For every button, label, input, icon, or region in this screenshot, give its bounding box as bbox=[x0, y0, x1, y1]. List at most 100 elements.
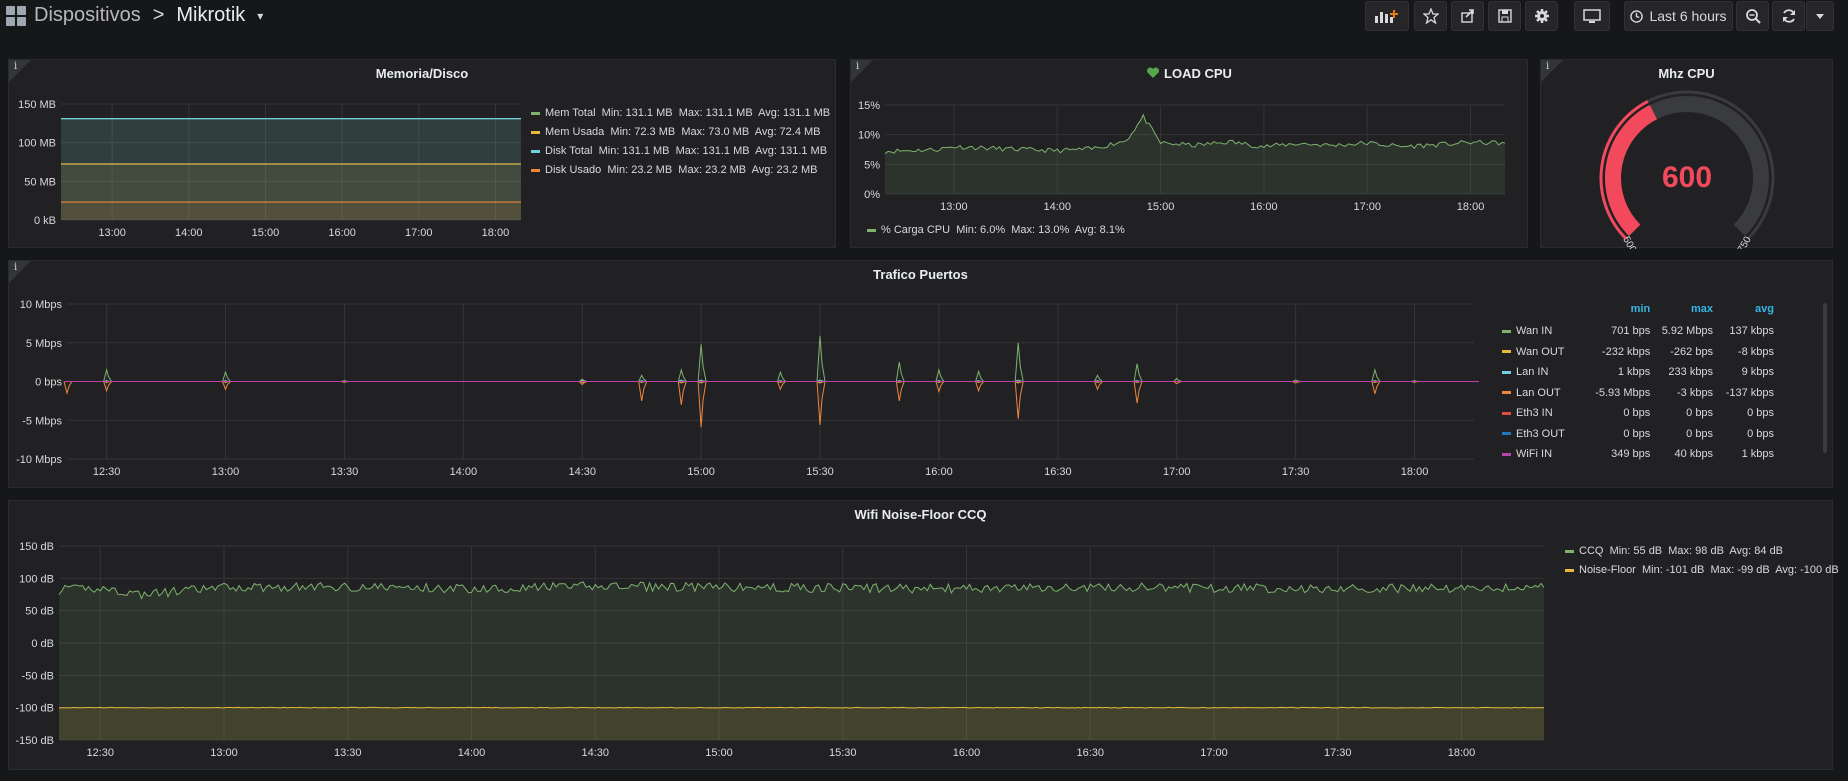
legend-series: Eth3 OUT bbox=[1496, 428, 1584, 440]
legend-row[interactable]: Wan OUT -232 kbps -262 bps -8 kbps bbox=[1496, 342, 1774, 362]
top-navbar: Dispositivos > Mikrotik ▾ Last 6 hours bbox=[0, 0, 1848, 34]
x-tick-label: 13:30 bbox=[331, 466, 359, 478]
x-tick-label: 14:30 bbox=[581, 747, 609, 759]
legend-series-stats: Min: -101 dB Max: -99 dB Avg: -100 dB bbox=[1635, 564, 1839, 576]
refresh-interval-dropdown[interactable] bbox=[1806, 1, 1834, 31]
legend-series-name: Eth3 IN bbox=[1516, 407, 1553, 419]
cpu-chart[interactable]: 15% 10% 5% 0% 13:00 14:00 15:00 16:00 17:00 18:00 bbox=[851, 60, 1529, 249]
legend-header-max[interactable]: max bbox=[1650, 303, 1713, 315]
legend-max-value: 233 kbps bbox=[1668, 366, 1714, 378]
trafico-chart[interactable]: 10 Mbps 5 Mbps 0 bps -5 Mbps -10 Mbps 12:30 13… bbox=[9, 261, 1499, 489]
dashboard-title[interactable]: Mikrotik bbox=[176, 4, 245, 27]
legend-row[interactable]: Lan OUT -5.93 Mbps -3 kbps -137 kbps bbox=[1496, 383, 1774, 403]
legend-header-row: min max avg bbox=[1496, 299, 1774, 319]
legend-series: Eth3 IN bbox=[1496, 407, 1584, 419]
y-tick-label: 100 MB bbox=[18, 138, 56, 150]
share-button[interactable] bbox=[1451, 1, 1484, 31]
breadcrumb: Dispositivos > Mikrotik ▾ bbox=[6, 4, 263, 27]
y-tick-label: 50 dB bbox=[25, 606, 54, 618]
series-swatch bbox=[531, 130, 540, 134]
y-tick-label: 10% bbox=[858, 130, 880, 142]
x-tick-label: 16:30 bbox=[1076, 747, 1104, 759]
panel-mhz-cpu: i Mhz CPU 600 500 750 bbox=[1540, 59, 1833, 249]
legend-row[interactable]: Eth3 OUT 0 bps 0 bps 0 bps bbox=[1496, 424, 1774, 444]
tv-mode-button[interactable] bbox=[1574, 1, 1610, 31]
x-tick-label: 16:00 bbox=[953, 747, 981, 759]
refresh-button[interactable] bbox=[1772, 1, 1805, 31]
legend-row[interactable]: Eth3 IN 0 bps 0 bps 0 bps bbox=[1496, 403, 1774, 423]
legend-item[interactable]: Mem Total Min: 131.1 MB Max: 131.1 MB Av… bbox=[531, 107, 830, 119]
legend-min-value: -232 kbps bbox=[1601, 345, 1651, 358]
x-tick-label: 13:00 bbox=[940, 201, 968, 213]
legend-series-name: Noise-Floor bbox=[1579, 564, 1636, 576]
legend-item[interactable]: Disk Total Min: 131.1 MB Max: 131.1 MB A… bbox=[531, 145, 827, 157]
legend-row[interactable]: Wan IN 701 bps 5.92 Mbps 137 kbps bbox=[1496, 321, 1774, 341]
time-picker-button[interactable]: Last 6 hours bbox=[1624, 1, 1733, 31]
legend-series-name: Eth3 OUT bbox=[1516, 427, 1565, 440]
legend-series-name: % Carga CPU bbox=[881, 224, 951, 236]
dashboards-icon[interactable] bbox=[6, 5, 26, 26]
noise-floor-series-area bbox=[59, 707, 1544, 740]
series-swatch bbox=[531, 149, 540, 153]
panel-load-cpu: i LOAD CPU 15% 10% 5% 0% 13:00 14:00 15:00 16:0… bbox=[850, 59, 1528, 248]
breadcrumb-folder[interactable]: Dispositivos bbox=[34, 4, 141, 27]
legend-header-min[interactable]: min bbox=[1584, 303, 1651, 315]
star-button[interactable] bbox=[1414, 1, 1447, 31]
settings-button[interactable] bbox=[1525, 1, 1558, 31]
legend-max-value: -262 bps bbox=[1670, 345, 1714, 358]
x-tick-label: 15:00 bbox=[687, 466, 715, 478]
legend-header-avg[interactable]: avg bbox=[1713, 303, 1774, 315]
legend-row[interactable]: WiFi IN 349 bps 40 kbps 1 kbps bbox=[1496, 444, 1774, 464]
wifi-chart[interactable]: 150 dB 100 dB 50 dB 0 dB -50 dB -100 dB -150 d… bbox=[9, 501, 1554, 771]
legend-max-value: 0 bps bbox=[1686, 427, 1714, 440]
legend-series-name: CCQ bbox=[1579, 545, 1604, 557]
cpu-series-area bbox=[885, 114, 1505, 194]
x-tick-label: 13:30 bbox=[334, 747, 362, 759]
y-tick-label: -50 dB bbox=[22, 670, 54, 682]
legend-item[interactable]: Mem Usada Min: 72.3 MB Max: 73.0 MB Avg:… bbox=[531, 126, 821, 138]
legend-item[interactable]: Noise-Floor Min: -101 dB Max: -99 dB Avg… bbox=[1565, 564, 1839, 576]
legend-series: Wan IN bbox=[1496, 325, 1584, 337]
x-tick-label: 17:00 bbox=[1200, 747, 1228, 759]
legend-item[interactable]: % Carga CPU Min: 6.0% Max: 13.0% Avg: 8.… bbox=[867, 224, 1125, 236]
chevron-down-icon[interactable]: ▾ bbox=[257, 9, 263, 23]
legend-series-name: Mem Total bbox=[545, 107, 596, 119]
y-tick-label: 5% bbox=[864, 159, 880, 171]
series-swatch bbox=[867, 228, 876, 232]
series-swatch bbox=[531, 168, 540, 172]
tv-mode-icon bbox=[1583, 9, 1601, 23]
panel-wifi: Wifi Noise-Floor CCQ 150 dB 100 dB 50 dB 0 … bbox=[8, 500, 1839, 771]
panel-trafico-puertos: i Trafico Puertos 10 Mbps 5 Mbps 0 bps -5 M… bbox=[8, 260, 1833, 488]
series-swatch bbox=[1502, 411, 1511, 415]
legend-series-name: Wan OUT bbox=[1516, 345, 1565, 358]
legend-min-value: 1 kbps bbox=[1617, 366, 1651, 378]
legend-series: Lan OUT bbox=[1496, 387, 1584, 399]
legend-series: Lan IN bbox=[1496, 366, 1584, 378]
x-tick-label: 14:00 bbox=[175, 227, 203, 239]
legend-series-name: Wan IN bbox=[1516, 325, 1553, 337]
time-range-label: Last 6 hours bbox=[1649, 8, 1727, 24]
x-tick-label: 16:00 bbox=[1250, 201, 1278, 213]
x-tick-label: 17:00 bbox=[1163, 466, 1191, 478]
x-tick-label: 15:00 bbox=[252, 227, 280, 239]
x-tick-label: 18:00 bbox=[1401, 466, 1429, 478]
legend-series-stats: Min: 23.2 MB Max: 23.2 MB Avg: 23.2 MB bbox=[601, 164, 818, 176]
legend-series-name: Mem Usada bbox=[545, 126, 605, 138]
x-tick-label: 18:00 bbox=[482, 227, 510, 239]
legend-row[interactable]: Lan IN 1 kbps 233 kbps 9 kbps bbox=[1496, 362, 1774, 382]
legend-scrollbar[interactable] bbox=[1823, 303, 1827, 453]
legend-item[interactable]: CCQ Min: 55 dB Max: 98 dB Avg: 84 dB bbox=[1565, 545, 1783, 557]
legend-min-value: -5.93 Mbps bbox=[1595, 386, 1651, 399]
panel-memoria-disco: i Memoria/Disco 150 MB 100 MB 50 MB 0 kB 13:… bbox=[8, 59, 836, 248]
legend-series-stats: Min: 55 dB Max: 98 dB Avg: 84 dB bbox=[1603, 545, 1784, 557]
legend-item[interactable]: Disk Usado Min: 23.2 MB Max: 23.2 MB Avg… bbox=[531, 164, 817, 176]
save-button[interactable] bbox=[1488, 1, 1521, 31]
legend-max-value: 0 bps bbox=[1686, 407, 1714, 419]
settings-icon bbox=[1534, 9, 1549, 23]
zoom-out-button[interactable] bbox=[1736, 1, 1769, 31]
series-area-3 bbox=[61, 202, 521, 220]
legend-series-name: Lan OUT bbox=[1516, 386, 1561, 399]
legend-max-value: 5.92 Mbps bbox=[1661, 325, 1714, 337]
add-panel-button[interactable] bbox=[1365, 1, 1409, 31]
y-tick-label: 0 kB bbox=[34, 215, 56, 227]
